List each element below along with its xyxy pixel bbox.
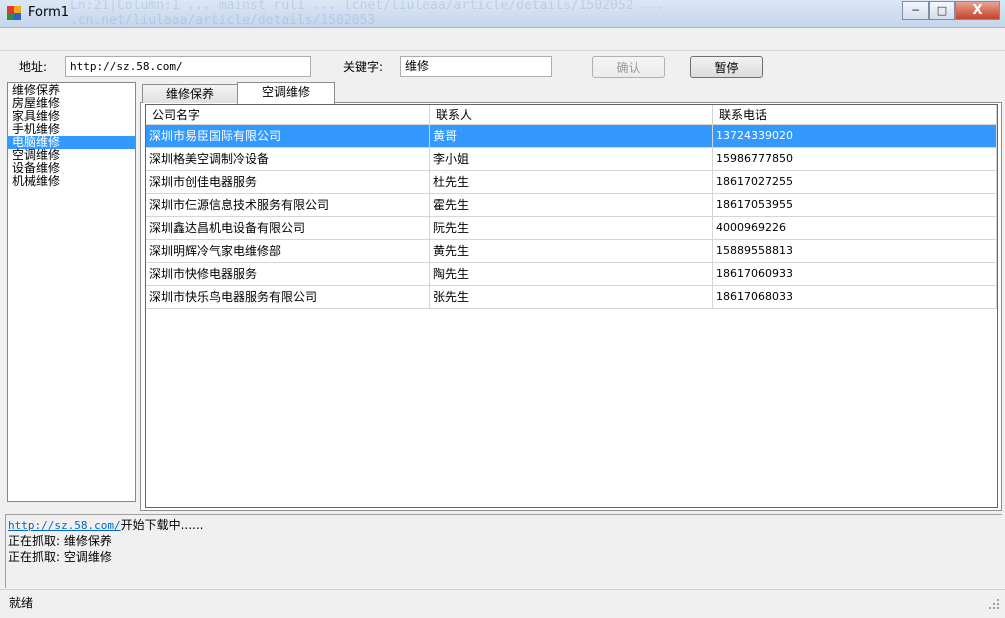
log-textbox[interactable]: http://sz.58.com/开始下载中...... 正在抓取: 维修保养 … [5,514,1002,588]
cell-phone: 18617060933 [713,263,997,286]
cell-phone: 18617053955 [713,194,997,217]
status-text: 就绪 [9,596,34,610]
list-item[interactable]: 机械维修 [8,175,135,188]
cell-contact: 黄先生 [430,240,713,263]
cell-company: 深圳市快修电器服务 [146,263,430,286]
cell-contact: 张先生 [430,286,713,309]
cell-contact: 陶先生 [430,263,713,286]
log-download-text: 开始下载中...... [120,518,204,532]
log-line: http://sz.58.com/开始下载中...... [8,517,1000,533]
address-input[interactable]: http://sz.58.com/ [65,56,311,77]
cell-phone: 15986777850 [713,148,997,171]
app-icon [7,6,21,20]
column-header-contact[interactable]: 联系人 [430,105,713,125]
pause-button[interactable]: 暂停 [690,56,763,78]
table-row[interactable]: 深圳明辉冷气家电维修部 黄先生 15889558813 [146,240,997,263]
cell-phone: 18617027255 [713,171,997,194]
keyword-input[interactable]: 维修 [400,56,552,77]
column-header-phone[interactable]: 联系电话 [713,105,997,125]
cell-company: 深圳市易臣国际有限公司 [146,125,430,148]
cell-contact: 霍先生 [430,194,713,217]
confirm-button[interactable]: 确认 [592,56,665,78]
table-row[interactable]: 深圳鑫达昌机电设备有限公司 阮先生 4000969226 [146,217,997,240]
table-row[interactable]: 深圳市快修电器服务 陶先生 18617060933 [146,263,997,286]
window-controls: ─ □ X [902,1,1000,20]
cell-contact: 黄哥 [430,125,713,148]
status-bar [0,589,1005,618]
cell-company: 深圳市创佳电器服务 [146,171,430,194]
cell-contact: 杜先生 [430,171,713,194]
menu-strip [0,29,1005,51]
maximize-button[interactable]: □ [929,1,955,20]
tab-maintenance[interactable]: 维修保养 [142,84,238,103]
table-row[interactable]: 深圳市快乐鸟电器服务有限公司 张先生 18617068033 [146,286,997,309]
address-label: 地址: [19,60,48,74]
table-row[interactable]: 深圳格美空调制冷设备 李小姐 15986777850 [146,148,997,171]
cell-phone: 4000969226 [713,217,997,240]
cell-company: 深圳格美空调制冷设备 [146,148,430,171]
log-link[interactable]: http://sz.58.com/ [8,519,121,532]
keyword-label: 关键字: [343,60,384,74]
log-line: 正在抓取: 维修保养 [8,534,112,548]
cell-company: 深圳市仨源信息技术服务有限公司 [146,194,430,217]
cell-company: 深圳鑫达昌机电设备有限公司 [146,217,430,240]
results-grid[interactable]: 公司名字 联系人 联系电话 深圳市易臣国际有限公司 黄哥 13724339020… [145,104,998,508]
cell-contact: 李小姐 [430,148,713,171]
cell-phone: 18617068033 [713,286,997,309]
cell-company: 深圳市快乐鸟电器服务有限公司 [146,286,430,309]
close-button[interactable]: X [955,1,1000,20]
log-line: 正在抓取: 空调维修 [8,550,112,564]
title-bar[interactable]: Ln:21|Column:1 ... mainst ruli ... lcnet… [0,0,1005,28]
cell-company: 深圳明辉冷气家电维修部 [146,240,430,263]
table-row[interactable]: 深圳市创佳电器服务 杜先生 18617027255 [146,171,997,194]
category-list[interactable]: 维修保养 房屋维修 家具维修 手机维修 电脑维修 空调维修 设备维修 机械维修 [7,82,136,502]
table-row[interactable]: 深圳市易臣国际有限公司 黄哥 13724339020 [146,125,997,148]
column-header-company[interactable]: 公司名字 [146,105,430,125]
cell-contact: 阮先生 [430,217,713,240]
resize-grip-icon[interactable] [988,598,1002,612]
tab-aircon-repair[interactable]: 空调维修 [237,82,335,104]
table-row[interactable]: 深圳市仨源信息技术服务有限公司 霍先生 18617053955 [146,194,997,217]
cell-phone: 15889558813 [713,240,997,263]
window-title: Form1 [28,5,70,20]
minimize-button[interactable]: ─ [902,1,929,20]
cell-phone: 13724339020 [713,125,997,148]
